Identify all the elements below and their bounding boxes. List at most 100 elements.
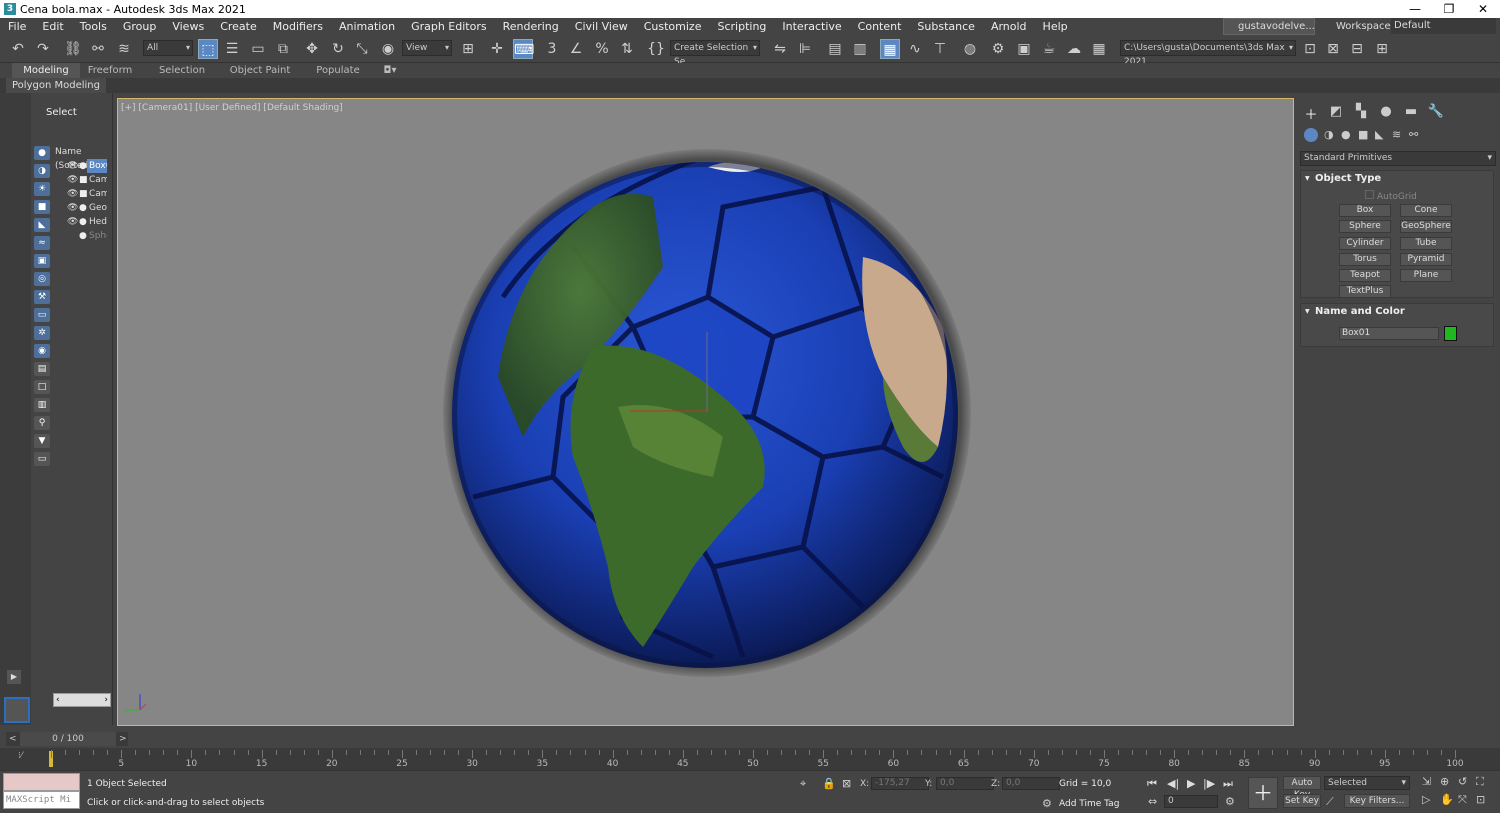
zoom-extents-icon[interactable]: ⇲ bbox=[1422, 775, 1431, 788]
menu-interactive[interactable]: Interactive bbox=[774, 20, 849, 33]
menu-rendering[interactable]: Rendering bbox=[495, 20, 567, 33]
xref-filter-icon[interactable]: ◎ bbox=[34, 272, 50, 286]
tab-freeform[interactable]: Freeform bbox=[80, 63, 140, 78]
link-icon[interactable]: ⛓ bbox=[63, 39, 83, 59]
selection-lock-icon[interactable]: 🔒 bbox=[822, 777, 836, 790]
menu-graph-editors[interactable]: Graph Editors bbox=[403, 20, 495, 33]
angle-snap-icon[interactable]: ∠ bbox=[566, 39, 586, 59]
sphere-button[interactable]: Sphere bbox=[1339, 220, 1391, 233]
motion-tab-icon[interactable]: ● bbox=[1375, 104, 1397, 119]
display-none-icon[interactable]: □ bbox=[34, 380, 50, 394]
time-configuration-icon[interactable]: ⚙ bbox=[1225, 795, 1235, 808]
placement-icon[interactable]: ◉ bbox=[378, 39, 398, 59]
isolate-selection-icon[interactable]: ⌖ bbox=[800, 777, 806, 791]
track-bar[interactable]: ⁝⁄ 5 10 15 20 25 30 35 40 45 50 55 60 65 70 75 80 85 90 95… bbox=[0, 748, 1500, 770]
redo-icon[interactable]: ↷ bbox=[33, 39, 53, 59]
mirror-icon[interactable]: ⇋ bbox=[770, 39, 790, 59]
particle-filter-icon[interactable]: ✲ bbox=[34, 326, 50, 340]
plane-button[interactable]: Plane bbox=[1400, 269, 1452, 282]
textplus-button[interactable]: TextPlus bbox=[1339, 285, 1391, 298]
scale-icon[interactable]: ⤡ bbox=[352, 39, 372, 59]
menu-create[interactable]: Create bbox=[212, 20, 265, 33]
tube-button[interactable]: Tube bbox=[1400, 237, 1452, 250]
named-selection-set-dropdown[interactable]: Create Selection Se bbox=[670, 40, 760, 67]
invert-display-icon[interactable]: ▥ bbox=[34, 398, 50, 412]
menu-scripting[interactable]: Scripting bbox=[709, 20, 774, 33]
toggle-ribbon-icon[interactable]: ▦ bbox=[880, 39, 900, 59]
rotate-icon[interactable]: ↻ bbox=[328, 39, 348, 59]
key-mode-toggle-icon[interactable]: ⇔ bbox=[1148, 795, 1157, 808]
select-by-name-icon[interactable]: ☰ bbox=[222, 39, 242, 59]
next-frame-icon[interactable]: |▶ bbox=[1203, 777, 1215, 790]
play-icon[interactable]: ▶ bbox=[1187, 777, 1195, 790]
a360-gallery-icon[interactable]: ▦ bbox=[1089, 39, 1109, 59]
spacewarp-filter-icon[interactable]: ≈ bbox=[34, 236, 50, 250]
minimize-button[interactable]: — bbox=[1398, 0, 1432, 18]
frozen-filter-icon[interactable]: ◉ bbox=[34, 344, 50, 358]
menu-content[interactable]: Content bbox=[850, 20, 910, 33]
time-slider-label[interactable]: 0 / 100 bbox=[20, 732, 116, 746]
list-item[interactable]: 👁●Hedra bbox=[53, 215, 113, 229]
helper-filter-icon[interactable]: ◣ bbox=[34, 218, 50, 232]
set-key-button[interactable]: Set Key bbox=[1283, 794, 1321, 808]
tab-populate[interactable]: Populate bbox=[306, 63, 370, 78]
name-and-color-title[interactable]: Name and Color bbox=[1301, 304, 1493, 320]
menu-file[interactable]: File bbox=[0, 20, 34, 33]
scene-explorer-toggle-icon[interactable]: ▤ bbox=[825, 39, 845, 59]
geosphere-button[interactable]: GeoSphere bbox=[1400, 220, 1452, 233]
object-type-title[interactable]: Object Type bbox=[1301, 171, 1493, 187]
default-in-out-tangents-icon[interactable]: ⟋ bbox=[1326, 795, 1334, 809]
window-crossing-icon[interactable]: ⧉ bbox=[273, 39, 293, 59]
shape-filter-icon[interactable]: ◑ bbox=[34, 164, 50, 178]
geometry-icon[interactable] bbox=[1304, 128, 1318, 142]
lights-icon[interactable]: ● bbox=[1341, 128, 1351, 141]
selection-region-icon[interactable]: ▭ bbox=[248, 39, 268, 59]
tab-object-paint[interactable]: Object Paint bbox=[224, 63, 296, 78]
maximize-viewport-icon[interactable]: ⛶ bbox=[1476, 775, 1484, 789]
teapot-button[interactable]: Teapot bbox=[1339, 269, 1391, 282]
menu-arnold[interactable]: Arnold bbox=[983, 20, 1035, 33]
curve-editor-icon[interactable]: ∿ bbox=[905, 39, 925, 59]
bone-filter-icon[interactable]: ⚒ bbox=[34, 290, 50, 304]
unlink-icon[interactable]: ⚯ bbox=[88, 39, 108, 59]
autogrid-checkbox[interactable]: AutoGrid bbox=[1365, 190, 1417, 202]
geometry-filter-icon[interactable]: ● bbox=[34, 146, 50, 160]
visibility-eye-icon[interactable]: 👁 bbox=[67, 187, 79, 201]
layer-explorer-icon[interactable]: ▥ bbox=[850, 39, 870, 59]
ribbon-options-icon[interactable]: ◘▾ bbox=[378, 63, 402, 78]
visibility-eye-icon[interactable]: 👁 bbox=[67, 159, 79, 173]
key-filters-button[interactable]: Key Filters... bbox=[1344, 794, 1410, 808]
maxscript-output[interactable] bbox=[3, 773, 80, 791]
display-tab-icon[interactable]: ▬ bbox=[1400, 104, 1422, 119]
select-manipulate-icon[interactable]: ✛ bbox=[487, 39, 507, 59]
menu-modifiers[interactable]: Modifiers bbox=[265, 20, 331, 33]
align-icon[interactable]: ⊫ bbox=[795, 39, 815, 59]
pyramid-button[interactable]: Pyramid bbox=[1400, 253, 1452, 266]
layer-icon[interactable]: ▭ bbox=[34, 452, 50, 466]
object-category-dropdown[interactable]: Standard Primitives bbox=[1300, 151, 1496, 166]
bind-space-warp-icon[interactable]: ≋ bbox=[114, 39, 134, 59]
pivot-center-icon[interactable]: ⊞ bbox=[458, 39, 478, 59]
filter-icon[interactable]: ▼ bbox=[34, 434, 50, 448]
previous-frame-icon[interactable]: ◀| bbox=[1167, 777, 1179, 790]
curve-editor-mini-icon[interactable]: ⁝⁄ bbox=[18, 751, 22, 761]
visibility-eye-icon[interactable]: 👁 bbox=[67, 201, 79, 215]
project-settings-icon[interactable]: ⊞ bbox=[1372, 39, 1392, 59]
go-to-start-icon[interactable]: ⏮ bbox=[1147, 777, 1157, 791]
orbit-icon[interactable]: ↺ bbox=[1458, 775, 1467, 788]
reference-coordinate-dropdown[interactable]: View bbox=[402, 40, 452, 56]
time-slider-prev[interactable]: < bbox=[9, 732, 17, 746]
maximize-button[interactable]: ❐ bbox=[1432, 0, 1466, 18]
add-time-tag-button[interactable]: Add Time Tag bbox=[1059, 799, 1119, 809]
pan-view-icon[interactable]: ✋ bbox=[1440, 793, 1454, 806]
cameras-icon[interactable]: ■ bbox=[1358, 128, 1368, 141]
set-project-icon[interactable]: ⊠ bbox=[1323, 39, 1343, 59]
group-filter-icon[interactable]: ▣ bbox=[34, 254, 50, 268]
visibility-eye-icon[interactable]: 👁 bbox=[67, 215, 79, 229]
name-column-header[interactable]: Name (Sorted A bbox=[53, 145, 113, 171]
helpers-icon[interactable]: ◣ bbox=[1375, 128, 1383, 141]
rendered-frame-window-icon[interactable]: ▣ bbox=[1014, 39, 1034, 59]
light-filter-icon[interactable]: ☀ bbox=[34, 182, 50, 196]
select-object-icon[interactable]: ⬚ bbox=[198, 39, 218, 59]
viewport-layout-thumbnail[interactable] bbox=[4, 697, 30, 723]
